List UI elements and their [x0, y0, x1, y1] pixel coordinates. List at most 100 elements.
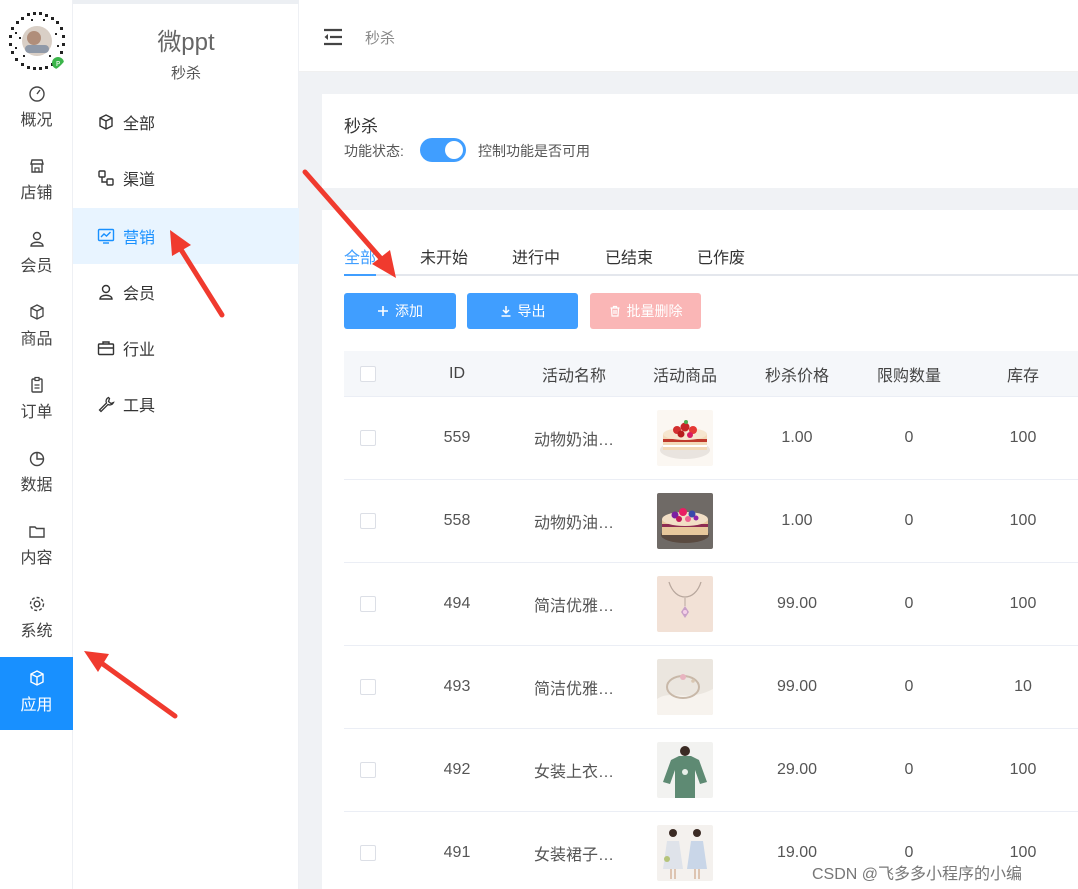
- export-button[interactable]: 导出: [467, 293, 578, 329]
- folder-icon: [28, 526, 45, 538]
- row-price: 1.00: [781, 429, 813, 446]
- row-goods-cell: [626, 646, 744, 728]
- row-price: 29.00: [776, 761, 818, 778]
- table-row[interactable]: 493 简洁优雅… 99.00 0 10: [344, 646, 1078, 729]
- row-select-cell: [344, 812, 392, 889]
- rail-item-label: 店铺: [20, 185, 53, 202]
- submenu-item-label: 会员: [123, 286, 156, 303]
- row-stock: 100: [1009, 761, 1037, 778]
- column-header-id: ID: [449, 364, 465, 382]
- row-limit: 0: [904, 761, 914, 778]
- row-select-cell: [344, 646, 392, 728]
- row-checkbox[interactable]: [360, 679, 376, 695]
- tab-not-started[interactable]: 未开始: [420, 244, 468, 268]
- box-icon: [29, 304, 44, 320]
- submenu-item-marketing[interactable]: 营销: [73, 208, 299, 264]
- row-goods-cell: [626, 480, 744, 562]
- row-goods-cell: [626, 563, 744, 645]
- row-select-cell: [344, 729, 392, 811]
- row-stock: 100: [1009, 512, 1037, 529]
- submenu-item-label: 工具: [123, 398, 156, 415]
- toggle-knob: [445, 141, 463, 159]
- row-checkbox[interactable]: [360, 596, 376, 612]
- trash-icon: [610, 305, 619, 317]
- row-price: 1.00: [781, 512, 813, 529]
- row-id: 491: [443, 844, 471, 861]
- app-title: 微ppt: [157, 29, 215, 56]
- row-checkbox[interactable]: [360, 762, 376, 778]
- row-id: 492: [443, 761, 471, 778]
- rail-item-label: 订单: [20, 404, 53, 421]
- row-select-cell: [344, 480, 392, 562]
- row-limit: 0: [904, 595, 914, 612]
- table-row[interactable]: 559 动物奶油… 1.00 0 100: [344, 397, 1078, 480]
- batch-delete-button[interactable]: 批量删除: [590, 293, 701, 329]
- row-goods-cell: [626, 397, 744, 479]
- rail-item-members[interactable]: 会员: [0, 226, 73, 299]
- row-select-cell: [344, 397, 392, 479]
- row-checkbox[interactable]: [360, 513, 376, 529]
- watermark: CSDN @飞多多小程序的小编: [812, 866, 1023, 883]
- row-limit: 0: [904, 512, 914, 529]
- tab-all[interactable]: 全部: [344, 244, 376, 268]
- feature-status-toggle[interactable]: [420, 138, 466, 162]
- wrench-icon: [98, 396, 115, 413]
- export-button-label: 导出: [517, 303, 546, 319]
- submenu-item-all[interactable]: 全部: [73, 94, 299, 150]
- row-checkbox[interactable]: [360, 845, 376, 861]
- store-icon: [29, 159, 44, 173]
- gear-icon: [29, 596, 44, 612]
- rail-item-content[interactable]: 内容: [0, 518, 73, 591]
- submenu-item-members[interactable]: 会员: [73, 264, 299, 320]
- row-stock: 100: [1009, 595, 1037, 612]
- active-tab-indicator: [344, 274, 376, 276]
- product-thumbnail-necklace[interactable]: [657, 576, 713, 632]
- rail-item-orders[interactable]: 订单: [0, 372, 73, 445]
- row-activity-name: 女装裙子…: [533, 847, 614, 864]
- submenu-item-tools[interactable]: 工具: [73, 376, 299, 432]
- product-thumbnail-top[interactable]: [657, 742, 713, 798]
- seckill-activity-table: ID 活动名称 活动商品 秒杀价格 限购数量 库存 559 动物奶油… 1.00…: [344, 351, 1078, 889]
- table-row[interactable]: 558 动物奶油… 1.00 0 100: [344, 480, 1078, 563]
- rail-item-products[interactable]: 商品: [0, 299, 73, 372]
- user-icon: [99, 284, 113, 300]
- rail-item-system[interactable]: 系统: [0, 591, 73, 664]
- tab-in-progress[interactable]: 进行中: [512, 244, 560, 268]
- submenu-item-industry[interactable]: 行业: [73, 320, 299, 376]
- tab-voided[interactable]: 已作废: [697, 244, 745, 268]
- product-thumbnail-dress[interactable]: [657, 825, 713, 881]
- row-limit: 0: [904, 678, 914, 695]
- product-thumbnail-cake[interactable]: [657, 410, 713, 466]
- rail-item-apps[interactable]: 应用: [0, 657, 73, 730]
- submenu-item-channels[interactable]: 渠道: [73, 150, 299, 206]
- rail-item-data[interactable]: 数据: [0, 445, 73, 518]
- dashboard-icon: [28, 86, 45, 102]
- plus-icon: [378, 306, 388, 316]
- row-activity-name: 简洁优雅…: [533, 681, 614, 698]
- product-thumbnail-cake[interactable]: [657, 493, 713, 549]
- cube-icon: [29, 670, 44, 686]
- row-stock: 100: [1009, 429, 1037, 446]
- row-id: 494: [443, 595, 471, 612]
- row-checkbox[interactable]: [360, 430, 376, 446]
- rail-item-store[interactable]: 店铺: [0, 153, 73, 226]
- tab-ended[interactable]: 已结束: [605, 244, 653, 268]
- status-label: 功能状态:: [344, 143, 404, 159]
- product-thumbnail-bracelet[interactable]: [657, 659, 713, 715]
- secondary-menu: 微ppt 秒杀 全部 渠道 营销 会员 行业 工具: [73, 0, 299, 889]
- app-logo: P: [0, 4, 73, 75]
- pie-chart-icon: [29, 451, 44, 467]
- add-button[interactable]: 添加: [344, 293, 456, 329]
- column-header-stock: 库存: [1006, 367, 1039, 385]
- cube-icon: [99, 114, 113, 130]
- select-all-checkbox[interactable]: [360, 365, 376, 382]
- table-row[interactable]: 492 女装上衣… 29.00 0 100: [344, 729, 1078, 812]
- rail-item-overview[interactable]: 概况: [0, 80, 73, 150]
- table-row[interactable]: 494 简洁优雅… 99.00 0 100: [344, 563, 1078, 646]
- row-price: 99.00: [776, 595, 818, 612]
- monitor-chart-icon: [97, 228, 115, 244]
- collapse-menu-icon[interactable]: [323, 28, 343, 46]
- select-all-cell: [344, 351, 392, 396]
- status-tabs: 全部 未开始 进行中 已结束 已作废: [344, 240, 1078, 276]
- row-id: 559: [443, 429, 471, 446]
